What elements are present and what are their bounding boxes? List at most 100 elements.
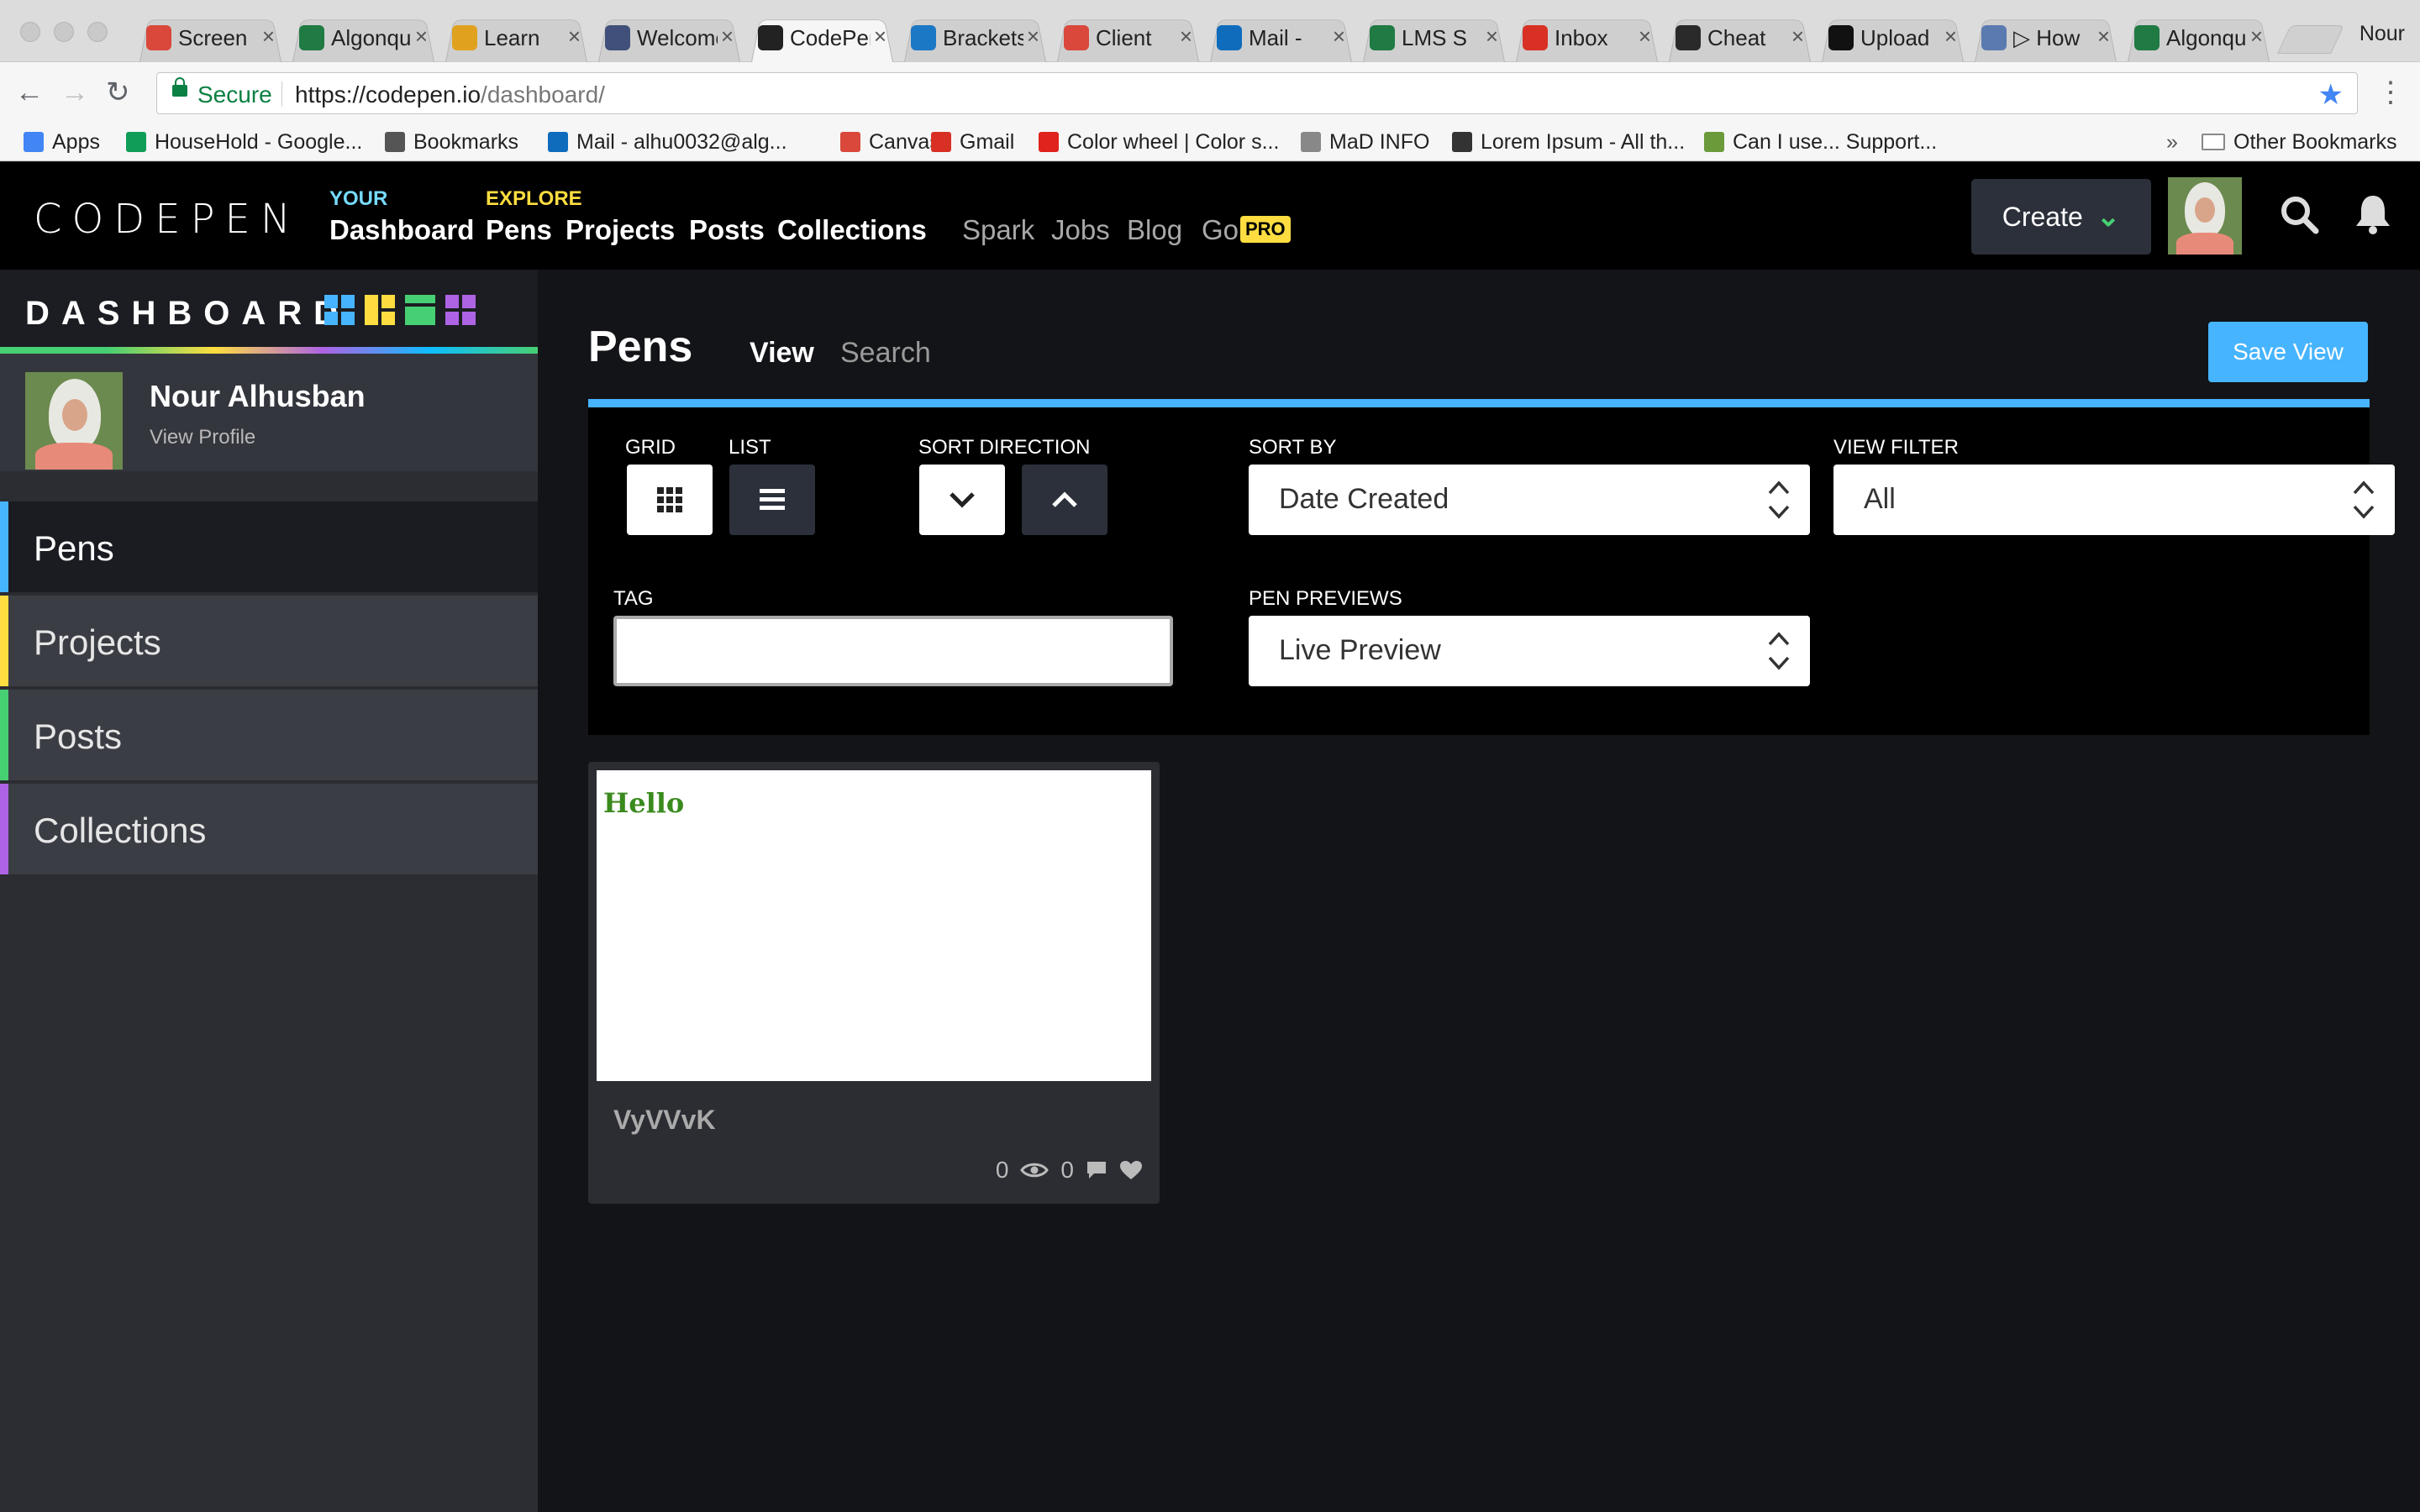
nav-blog[interactable]: Blog [1127,214,1182,246]
close-icon[interactable]: × [262,24,275,50]
browser-tab[interactable]: Algonquin× [2123,10,2275,63]
close-icon[interactable]: × [721,24,734,50]
close-icon[interactable]: × [568,24,581,50]
sort-descending-button[interactable] [919,465,1005,535]
bookmark-item[interactable]: Apps [24,128,100,156]
browser-tab[interactable]: Cheat × [1664,10,1816,63]
nav-spark[interactable]: Spark [962,214,1034,246]
close-icon[interactable]: × [1944,24,1957,50]
nav-dashboard[interactable]: Dashboard [329,214,474,246]
browser-tab[interactable]: Welcome× [593,10,745,63]
save-view-button[interactable]: Save View [2208,322,2368,382]
nav-projects[interactable]: Projects [566,214,675,246]
list-icon [760,489,785,510]
nav-jobs[interactable]: Jobs [1051,214,1110,246]
outlook-icon [1217,25,1242,50]
view-profile-link[interactable]: View Profile [150,426,255,449]
pro-badge[interactable]: PRO [1240,216,1291,243]
pen-previews-value: Live Preview [1279,634,1441,666]
pen-title[interactable]: VyVVvK [613,1105,716,1136]
create-button[interactable]: Create ⌄ [1971,179,2151,255]
close-icon[interactable]: × [1486,24,1498,50]
pen-card[interactable]: Hello VyVVvK 0 0 [588,762,1160,1204]
pen-preview[interactable]: Hello [597,770,1151,1081]
browser-profile-name[interactable]: Nour [2360,22,2405,46]
close-icon[interactable]: × [874,24,886,50]
codepen-logo[interactable]: CODEPEN [34,196,301,243]
tab-view[interactable]: View [750,337,814,370]
browser-tab[interactable]: Screen × [134,10,287,63]
nav-posts[interactable]: Posts [689,214,765,246]
bookmark-item[interactable]: Can I use... Support... [1704,128,1937,156]
other-bookmarks[interactable]: Other Bookmarks [2202,128,2397,156]
browser-tab[interactable]: Algonquin× [287,10,439,63]
close-icon[interactable]: × [1333,24,1345,50]
bookmarks-overflow-icon[interactable]: » [2166,128,2178,156]
browser-tab[interactable]: LMS S × [1358,10,1510,63]
back-arrow-icon[interactable]: ← [15,77,44,108]
dashboard-sidebar: DASHBOARD Nour Alhusban View Profile Pen… [0,270,538,1512]
list-view-button[interactable] [729,465,815,535]
sort-ascending-button[interactable] [1022,465,1107,535]
close-icon[interactable]: × [1027,24,1039,50]
browser-tab[interactable]: CodePen× [746,10,898,63]
close-icon[interactable]: × [415,24,428,50]
address-bar[interactable]: Secure https://codepen.io/dashboard/ ★ [156,72,2358,114]
browser-menu-icon[interactable]: ⋮ [2376,76,2405,109]
codepen-icon [758,25,783,50]
view-filter-select[interactable]: All [1833,465,2395,535]
caniuse-icon [1704,132,1724,152]
gmail-icon [931,132,951,152]
browser-tab[interactable]: Mail - × [1205,10,1357,63]
window-zoom-button[interactable] [87,22,108,42]
nav-collections[interactable]: Collections [777,214,927,246]
url-text[interactable]: https://codepen.io/dashboard/ [295,81,605,108]
bookmark-star-icon[interactable]: ★ [2318,78,2344,112]
sidebar-item-pens[interactable]: Pens [0,501,538,594]
profile-avatar[interactable] [25,372,123,470]
sidebar-item-label: Collections [34,811,207,850]
browser-tab[interactable]: Learn × [440,10,592,63]
close-icon[interactable]: × [2250,24,2263,50]
sidebar-item-collections[interactable]: Collections [0,784,538,876]
sidebar-item-posts[interactable]: Posts [0,690,538,782]
close-icon[interactable]: × [1180,24,1192,50]
reload-icon[interactable]: ↻ [106,77,130,108]
window-minimize-button[interactable] [54,22,74,42]
sidebar-item-projects[interactable]: Projects [0,596,538,688]
browser-tab[interactable]: Upload × [1817,10,1969,63]
heart-icon[interactable] [1119,1160,1143,1180]
browser-tab[interactable]: ▷ How × [1970,10,2122,63]
new-tab-button[interactable] [2277,25,2344,54]
bookmark-item[interactable]: HouseHold - Google... [126,128,362,156]
forward-arrow-icon[interactable]: → [60,77,89,108]
bookmark-item[interactable]: Mail - alhu0032@alg... [548,128,787,156]
search-icon[interactable] [2279,194,2319,234]
nav-go-pro[interactable]: Go [1202,214,1239,246]
comment-icon[interactable] [1086,1160,1107,1180]
bookmark-item[interactable]: MaD INFO [1301,128,1429,156]
browser-tab[interactable]: Brackets × [899,10,1051,63]
eye-icon[interactable] [1020,1161,1050,1179]
profile-name[interactable]: Nour Alhusban [150,379,366,414]
pen-previews-select[interactable]: Live Preview [1249,616,1810,686]
tab-search[interactable]: Search [840,337,931,370]
browser-tab[interactable]: Client × [1052,10,1204,63]
sort-by-select[interactable]: Date Created [1249,465,1810,535]
nav-pens[interactable]: Pens [486,214,552,246]
bookmark-item[interactable]: Gmail [931,128,1014,156]
bookmark-item[interactable]: Canvas [840,128,940,156]
bookmark-item[interactable]: Color wheel | Color s... [1039,128,1279,156]
close-icon[interactable]: × [1639,24,1651,50]
window-close-button[interactable] [20,22,40,42]
close-icon[interactable]: × [1791,24,1804,50]
bookmark-item[interactable]: Bookmarks [385,128,518,156]
browser-tab[interactable]: Inbox × [1511,10,1663,63]
bookmark-item[interactable]: Lorem Ipsum - All th... [1452,128,1685,156]
select-arrows-icon [2353,480,2375,519]
tag-input[interactable] [613,616,1173,686]
user-avatar[interactable] [2168,177,2242,255]
close-icon[interactable]: × [2097,24,2110,50]
bell-icon[interactable] [2353,192,2393,234]
grid-view-button[interactable] [627,465,713,535]
